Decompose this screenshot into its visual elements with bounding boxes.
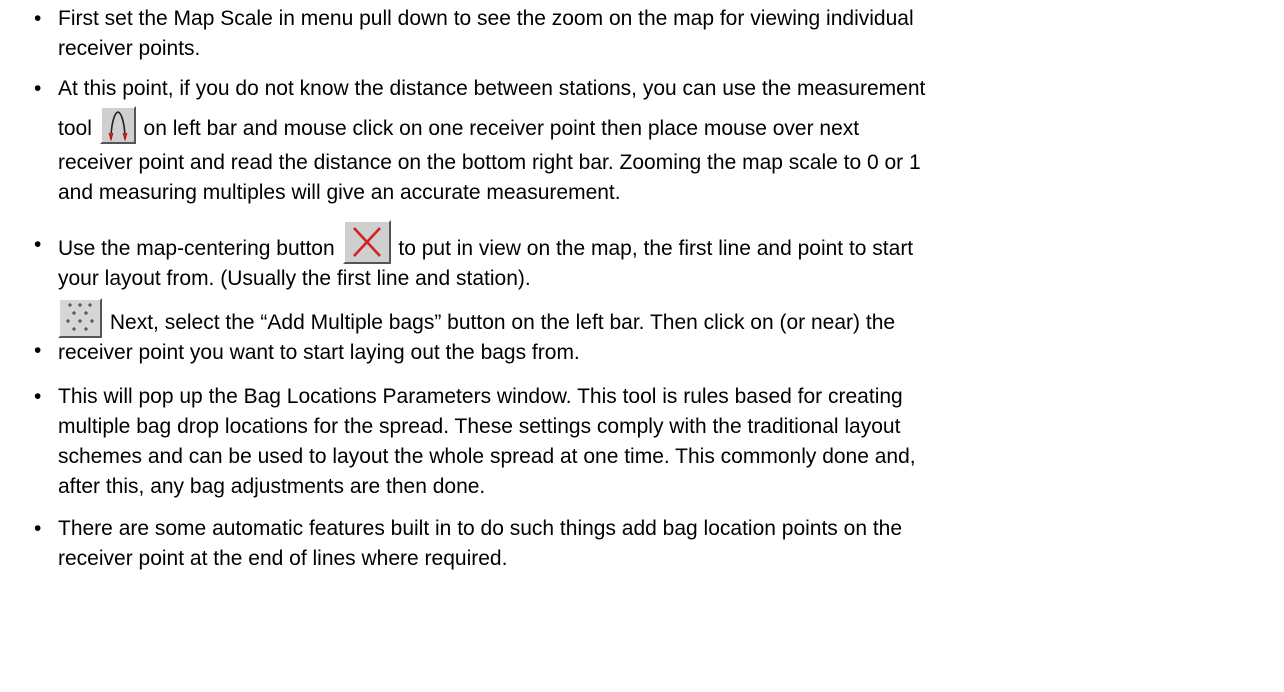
bullet: •: [34, 233, 42, 256]
text-line: This will pop up the Bag Locations Param…: [58, 385, 903, 408]
text-segment: to put in view on the map, the first lin…: [398, 237, 914, 260]
measurement-tool-icon: [99, 106, 136, 144]
text-line: schemes and can be used to layout the wh…: [58, 445, 916, 468]
text-line: receiver point and read the distance on …: [58, 151, 921, 174]
list-item-text: Next, select the “Add Multiple bags” but…: [58, 298, 1244, 368]
text-line: receiver points.: [58, 37, 201, 60]
text-line: after this, any bag adjustments are then…: [58, 475, 486, 498]
text-line: At this point, if you do not know the di…: [58, 77, 926, 100]
bullet: •: [34, 339, 42, 362]
text-line: receiver point you want to start laying …: [58, 341, 580, 364]
bullet: •: [34, 7, 42, 30]
text-line: multiple bag drop locations for the spre…: [58, 415, 901, 438]
bullet: •: [34, 517, 42, 540]
text-line: First set the Map Scale in menu pull dow…: [58, 7, 914, 30]
text-segment: Use the map-centering button: [58, 237, 335, 260]
text-line: receiver point at the end of lines where…: [58, 547, 508, 570]
text-segment: tool: [58, 117, 92, 140]
add-multiple-bags-icon: [58, 298, 102, 338]
text-line: your layout from. (Usually the first lin…: [58, 267, 531, 290]
list-item-text: First set the Map Scale in menu pull dow…: [58, 4, 1244, 64]
bullet: •: [34, 77, 42, 100]
map-centering-icon: [342, 220, 391, 264]
text-line-with-icon: Use the map-centering button to put in v…: [58, 220, 1244, 264]
text-line-with-icon: tool on left bar and mouse click on one …: [58, 104, 1244, 148]
text-line: and measuring multiples will give an acc…: [58, 181, 621, 204]
list-item-text: This will pop up the Bag Locations Param…: [58, 382, 1244, 502]
list-item-text: There are some automatic features built …: [58, 514, 1244, 574]
bullet: •: [34, 385, 42, 408]
text-segment: on left bar and mouse click on one recei…: [143, 117, 860, 140]
text-line-with-icon: Next, select the “Add Multiple bags” but…: [58, 298, 1244, 338]
list-item-text: At this point, if you do not know the di…: [58, 74, 1244, 208]
list-item-text: Use the map-centering button to put in v…: [58, 220, 1244, 294]
document-page: • First set the Map Scale in menu pull d…: [0, 0, 1284, 692]
text-segment: Next, select the “Add Multiple bags” but…: [109, 311, 896, 334]
text-line: There are some automatic features built …: [58, 517, 903, 540]
